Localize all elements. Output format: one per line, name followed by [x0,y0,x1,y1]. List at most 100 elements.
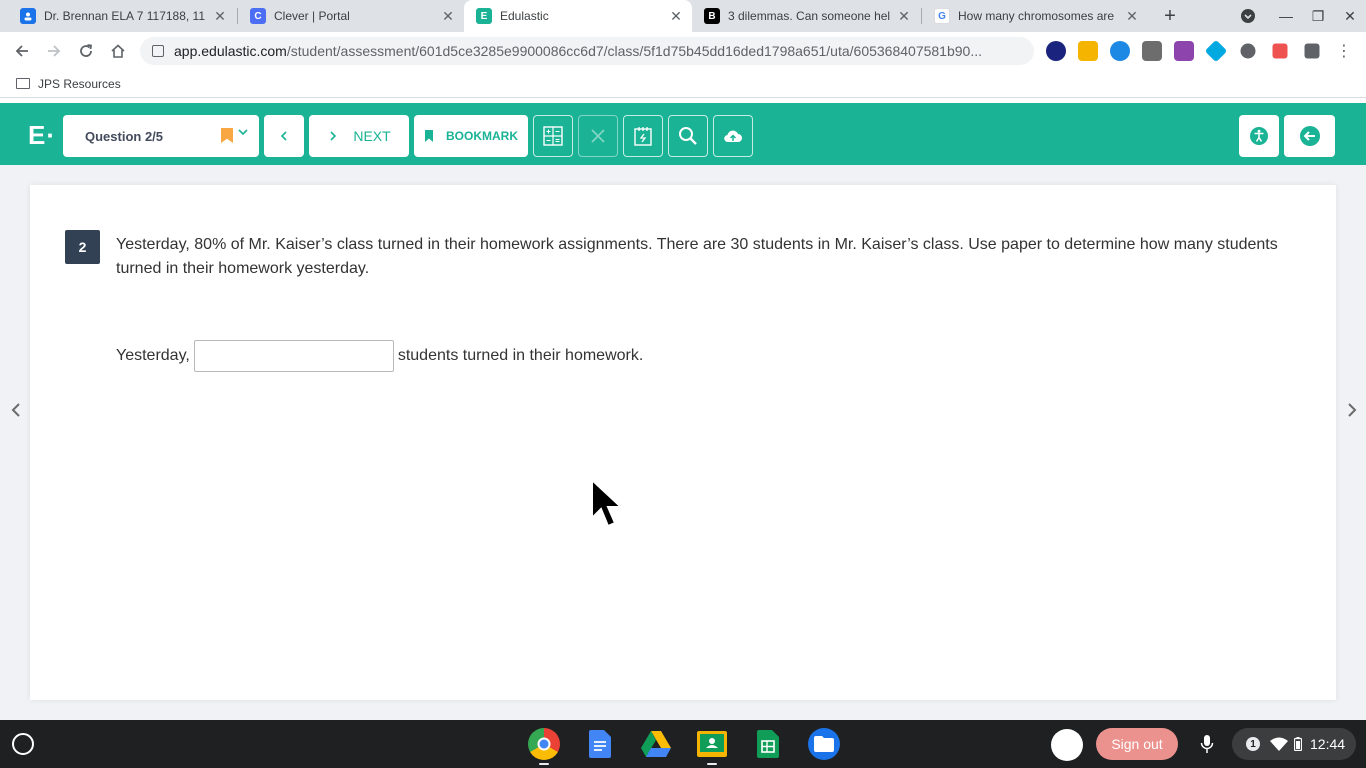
answer-input[interactable] [193,340,394,372]
zoom-button[interactable] [668,115,708,157]
chrome-icon[interactable] [528,728,560,760]
google-drive-icon[interactable] [640,728,672,760]
status-tray[interactable]: 1 12:44 [1232,728,1356,760]
thumbs-up-extension-icon[interactable] [1078,41,1098,61]
compass-extension-icon[interactable] [1110,41,1130,61]
launcher-icon[interactable] [12,733,34,755]
bookmark-label: BOOKMARK [446,129,518,143]
clock: 12:44 [1310,736,1346,752]
next-label: NEXT [353,128,391,144]
profile-extension-icon[interactable] [1240,43,1256,59]
url-path: /student/assessment/601d5ce3285e9900086c… [286,43,982,59]
save-to-cloud-button[interactable] [713,115,753,157]
readwrite-extension-icon[interactable] [1174,41,1194,61]
more-menu-icon[interactable]: ⋮ [1330,37,1358,65]
running-indicator [539,763,549,765]
exit-test-button[interactable] [1284,115,1335,157]
answer-sentence: Yesterday, students turned in their home… [116,340,643,372]
edulastic-logo: E· [28,120,56,150]
google-classroom-icon[interactable] [696,728,728,760]
chevron-down-icon [237,126,249,141]
chromeos-shelf: Sign out 1 12:44 [0,720,1366,768]
accessibility-icon [1250,127,1268,145]
scratchpad-button[interactable] [623,115,663,157]
calculator-icon [543,126,563,146]
scratchpad-icon [634,127,652,146]
close-tab-icon[interactable]: ✕ [212,8,228,25]
google-docs-icon[interactable] [584,728,616,760]
brainly-icon: B [704,8,720,24]
screen-extension-icon[interactable] [1142,41,1162,61]
wifi-icon [1270,737,1288,751]
edulastic-header: E· Question 2/5 NEXT BOOKMARK [0,103,1366,165]
bookmark-button[interactable]: BOOKMARK [414,115,528,157]
browser-tab-brainly[interactable]: B 3 dilemmas. Can someone hel ✕ [692,0,920,32]
kami-extension-icon[interactable] [1046,41,1066,61]
chevron-left-icon [280,131,287,141]
address-bar[interactable]: app.edulastic.com/student/assessment/601… [140,37,1034,65]
tab-title: 3 dilemmas. Can someone hel [728,9,891,23]
microphone-icon[interactable] [1195,732,1219,756]
restore-icon[interactable]: ❐ [1302,0,1334,32]
browser-tab-strip: Dr. Brennan ELA 7 117188, 11 ✕ C Clever … [0,0,1366,32]
puzzle-extensions-icon[interactable] [1304,43,1320,59]
forward-icon[interactable] [40,37,68,65]
avatar[interactable] [1051,729,1083,761]
home-icon[interactable] [104,37,132,65]
close-tab-icon[interactable]: ✕ [896,8,912,25]
previous-page-arrow-icon[interactable] [6,402,26,422]
close-icon [591,129,605,143]
notification-count-badge: 1 [1246,737,1260,751]
clever-icon: C [250,8,266,24]
google-icon: G [934,8,950,24]
browser-tab-google[interactable]: G How many chromosomes are ✕ [922,0,1148,32]
exit-arrow-icon [1299,126,1320,146]
tab-search-icon[interactable] [1232,0,1264,32]
tab-title: Clever | Portal [274,9,350,23]
magnifier-icon [679,127,697,145]
answer-suffix: students turned in their homework. [397,347,644,364]
question-selector[interactable]: Question 2/5 [63,115,259,157]
bookmark-folder-jps[interactable]: JPS Resources [38,77,121,91]
minimize-icon[interactable]: — [1270,0,1302,32]
close-tab-icon[interactable]: ✕ [440,8,456,25]
files-icon[interactable] [808,728,840,760]
browser-toolbar: app.edulastic.com/student/assessment/601… [0,32,1366,70]
browser-tab-edulastic[interactable]: E Edulastic ✕ [464,0,692,32]
browser-tab-classroom[interactable]: Dr. Brennan ELA 7 117188, 11 ✕ [8,0,236,32]
screencastify-extension-icon[interactable] [1272,43,1288,59]
battery-icon [1294,737,1302,751]
sign-out-button[interactable]: Sign out [1096,728,1178,760]
bookmark-icon [425,130,433,142]
tab-title: Edulastic [500,9,549,23]
previous-question-button[interactable] [264,115,304,157]
question-stem: Yesterday, 80% of Mr. Kaiser’s class tur… [116,236,1278,277]
back-icon[interactable] [8,37,36,65]
accessibility-button[interactable] [1239,115,1279,157]
lock-icon [152,45,164,57]
reload-icon[interactable] [72,37,100,65]
next-question-button[interactable]: NEXT [309,115,409,157]
close-window-icon[interactable]: ✕ [1334,0,1366,32]
cloud-upload-icon [724,130,742,143]
google-sheets-icon[interactable] [752,728,784,760]
answer-eliminator-button[interactable] [578,115,618,157]
question-number-badge: 2 [65,230,100,264]
browser-tab-clever[interactable]: C Clever | Portal ✕ [238,0,464,32]
bookmark-flag-icon [221,128,233,143]
running-indicator [707,763,717,765]
question-card: 2 Yesterday, 80% of Mr. Kaiser’s class t… [30,185,1336,700]
url-host: app.edulastic.com [174,43,287,59]
next-page-arrow-icon[interactable] [1342,402,1362,422]
close-tab-icon[interactable]: ✕ [668,8,684,25]
tab-title: Dr. Brennan ELA 7 117188, 11 [44,9,206,23]
close-tab-icon[interactable]: ✕ [1124,8,1140,25]
answer-prefix: Yesterday, [116,347,190,364]
tab-title: How many chromosomes are [958,9,1115,23]
diamond-extension-icon[interactable] [1204,39,1228,63]
question-selector-label: Question 2/5 [85,128,164,144]
calculator-button[interactable] [533,115,573,157]
new-tab-icon[interactable]: + [1158,4,1182,28]
chevron-right-icon [330,131,337,141]
folder-icon [16,78,30,89]
